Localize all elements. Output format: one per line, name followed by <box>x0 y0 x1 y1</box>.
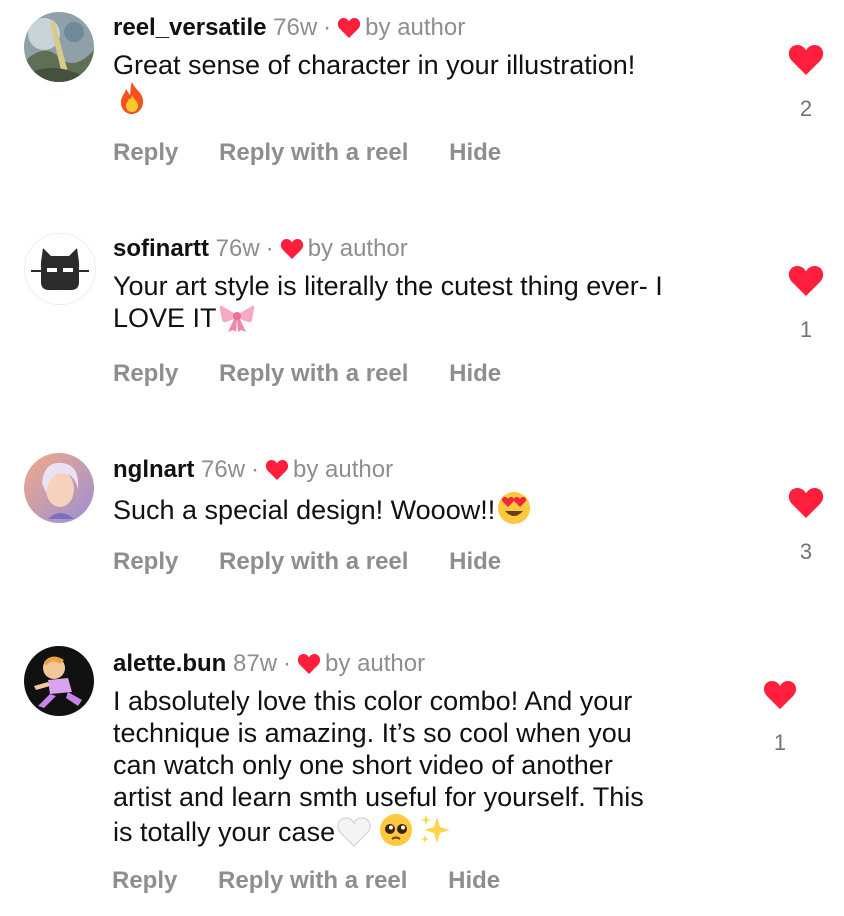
reply-button[interactable]: Reply <box>112 867 177 894</box>
white-heart-emoji <box>337 817 371 847</box>
by-author-label: by author <box>293 456 394 483</box>
comment-text: Such a special design! Wooow!! <box>113 491 753 526</box>
like-control: 1 <box>786 265 826 343</box>
comment-text-line: artist and learn smth useful for yoursel… <box>113 782 644 812</box>
by-author-label: by author <box>325 650 426 677</box>
comment-actions: Reply Reply with a reel Hide <box>113 548 535 576</box>
hide-button[interactable]: Hide <box>449 139 501 166</box>
avatar[interactable] <box>24 453 94 523</box>
sparkles-emoji <box>419 813 451 847</box>
heart-icon <box>265 459 289 481</box>
comment-text-content: Great sense of character in your illustr… <box>113 50 636 80</box>
heart-icon <box>280 238 304 260</box>
comment-text: Your art style is literally the cutest t… <box>113 270 753 334</box>
comment-text-line: Your art style is literally the cutest t… <box>113 271 663 301</box>
reply-with-reel-button[interactable]: Reply with a reel <box>219 139 408 166</box>
comment-text-line: technique is amazing. It’s so cool when … <box>113 718 632 748</box>
like-heart-icon[interactable] <box>788 265 824 297</box>
comment-meta: sofinartt 76w · by author <box>113 235 408 262</box>
avatar[interactable] <box>24 646 94 716</box>
comment-actions: Reply Reply with a reel Hide <box>112 867 534 895</box>
comment-text-line: is totally your case <box>113 817 336 847</box>
like-control: 2 <box>786 44 826 122</box>
by-author-label: by author <box>365 14 466 41</box>
comment-age: 76w <box>201 456 246 483</box>
comment-age: 76w <box>273 14 318 41</box>
hide-button[interactable]: Hide <box>448 867 500 894</box>
comment-age: 76w <box>215 235 260 262</box>
ribbon-emoji <box>219 303 255 333</box>
pleading-face-emoji <box>379 813 413 847</box>
reply-button[interactable]: Reply <box>113 548 178 575</box>
comment-text: Great sense of character in your illustr… <box>113 49 753 116</box>
hide-button[interactable]: Hide <box>449 548 501 575</box>
reply-with-reel-button[interactable]: Reply with a reel <box>219 548 408 575</box>
by-author-label: by author <box>307 235 408 262</box>
username[interactable]: alette.bun <box>113 650 226 677</box>
fire-emoji <box>117 81 147 115</box>
username[interactable]: nglnart <box>113 456 194 483</box>
username[interactable]: sofinartt <box>113 235 209 262</box>
reply-button[interactable]: Reply <box>113 139 178 166</box>
hide-button[interactable]: Hide <box>449 360 501 387</box>
like-count: 2 <box>799 96 813 121</box>
reply-with-reel-button[interactable]: Reply with a reel <box>219 360 408 387</box>
comment-text-content: Such a special design! Wooow!! <box>113 495 496 525</box>
like-heart-icon[interactable] <box>788 44 824 76</box>
comment-text-line: can watch only one short video of anothe… <box>113 750 613 780</box>
username[interactable]: reel_versatile <box>113 14 266 41</box>
comment-actions: Reply Reply with a reel Hide <box>113 139 535 167</box>
comment-meta: nglnart 76w · by author <box>113 456 394 483</box>
heart-icon <box>297 653 321 675</box>
like-control: 1 <box>760 680 800 756</box>
like-count: 1 <box>773 730 787 755</box>
like-control: 3 <box>786 487 826 565</box>
avatar[interactable] <box>24 12 94 82</box>
comment-age: 87w <box>233 650 278 677</box>
comment-text-line: LOVE IT <box>113 303 217 333</box>
reply-button[interactable]: Reply <box>113 360 178 387</box>
heart-eyes-emoji <box>497 491 531 525</box>
comment-meta: alette.bun 87w · by author <box>113 650 426 677</box>
comment-actions: Reply Reply with a reel Hide <box>113 360 535 388</box>
avatar[interactable] <box>24 233 96 305</box>
comment-text-line: I absolutely love this color combo! And … <box>113 686 633 716</box>
like-heart-icon[interactable] <box>788 487 824 519</box>
comment-meta: reel_versatile 76w · by author <box>113 14 466 41</box>
like-heart-icon[interactable] <box>763 680 797 710</box>
comment-text: I absolutely love this color combo! And … <box>113 685 753 848</box>
like-count: 1 <box>799 317 813 342</box>
reply-with-reel-button[interactable]: Reply with a reel <box>218 867 407 894</box>
heart-icon <box>337 17 361 39</box>
like-count: 3 <box>799 539 813 564</box>
